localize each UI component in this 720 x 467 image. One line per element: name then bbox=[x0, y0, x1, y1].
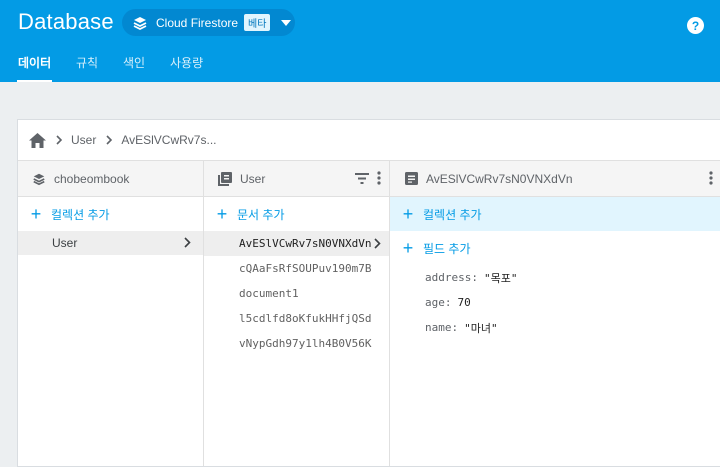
collection-item-user[interactable]: User bbox=[18, 231, 203, 255]
collection-item-label: User bbox=[52, 236, 78, 250]
field-value: "마녀" bbox=[464, 321, 498, 335]
document-item[interactable]: document1 bbox=[204, 281, 389, 306]
document-column-header: AvESlVCwRv7sN0VNXdVn bbox=[390, 161, 720, 197]
add-document-button[interactable]: + 문서 추가 bbox=[204, 197, 389, 231]
add-document-label: 문서 추가 bbox=[237, 207, 285, 222]
document-item-label: AvESlVCwRv7sN0VNXdVn bbox=[239, 237, 372, 250]
tab-usage[interactable]: 사용량 bbox=[170, 52, 203, 82]
root-column: chobeombook + 컬렉션 추가 User bbox=[18, 161, 204, 466]
add-collection-label: 컬렉션 추가 bbox=[51, 207, 110, 222]
database-selector-label: Cloud Firestore bbox=[156, 15, 239, 30]
more-vert-icon[interactable] bbox=[709, 171, 713, 185]
field-row[interactable]: name: "마녀" bbox=[390, 315, 720, 340]
document-column: AvESlVCwRv7sN0VNXdVn + 컬렉션 추가 + 필드 추가 ad… bbox=[390, 161, 720, 466]
add-field-button[interactable]: + 필드 추가 bbox=[390, 231, 720, 265]
field-value: "목포" bbox=[483, 271, 518, 285]
document-item[interactable]: vNypGdh97y1lh4B0V56K bbox=[204, 331, 389, 356]
project-name: chobeombook bbox=[54, 171, 130, 186]
field-key: age: bbox=[425, 296, 452, 309]
add-subcollection-label: 컬렉션 추가 bbox=[423, 207, 482, 222]
plus-icon: + bbox=[402, 238, 414, 258]
field-key: name: bbox=[425, 321, 459, 334]
data-panel: User AvESlVCwRv7s... chobeombook + 컬렉션 추… bbox=[17, 119, 720, 467]
collection-column: User + 문서 추가 AvESlVCwRv7sN0VNXdVn cQAaFs… bbox=[204, 161, 390, 466]
field-row[interactable]: address: "목포" bbox=[390, 265, 720, 290]
add-field-label: 필드 추가 bbox=[423, 241, 471, 256]
add-subcollection-button[interactable]: + 컬렉션 추가 bbox=[390, 197, 720, 231]
chevron-right-icon bbox=[184, 237, 191, 251]
document-item[interactable]: l5cdlfd8oKfukHHfjQSd bbox=[204, 306, 389, 331]
plus-icon: + bbox=[402, 204, 414, 224]
breadcrumb-item-collection[interactable]: User bbox=[71, 133, 96, 147]
tab-data[interactable]: 데이터 bbox=[16, 52, 53, 82]
firestore-icon bbox=[132, 14, 150, 32]
tab-indexes[interactable]: 색인 bbox=[123, 52, 145, 82]
tab-rules[interactable]: 규칙 bbox=[76, 52, 98, 82]
add-collection-button[interactable]: + 컬렉션 추가 bbox=[18, 197, 203, 231]
breadcrumb: User AvESlVCwRv7s... bbox=[18, 120, 720, 161]
field-row[interactable]: age: 70 bbox=[390, 290, 720, 315]
collection-title: User bbox=[240, 171, 266, 186]
plus-icon: + bbox=[30, 204, 42, 224]
database-selector[interactable]: Cloud Firestore 베타 bbox=[122, 9, 295, 36]
field-value: 70 bbox=[457, 296, 471, 309]
help-icon[interactable]: ? bbox=[687, 17, 704, 34]
document-icon bbox=[403, 171, 419, 187]
collection-column-header: User bbox=[204, 161, 389, 197]
root-column-header: chobeombook bbox=[18, 161, 203, 197]
filter-icon[interactable] bbox=[355, 172, 369, 184]
document-title: AvESlVCwRv7sN0VNXdVn bbox=[426, 171, 573, 186]
caret-down-icon bbox=[281, 19, 292, 26]
plus-icon: + bbox=[216, 204, 228, 224]
app-title: Database bbox=[18, 9, 114, 34]
document-item[interactable]: cQAaFsRfSOUPuv190m7B bbox=[204, 256, 389, 281]
firestore-icon bbox=[31, 171, 47, 187]
beta-badge: 베타 bbox=[244, 14, 271, 31]
document-item[interactable]: AvESlVCwRv7sN0VNXdVn bbox=[204, 231, 389, 256]
top-app-bar: Database Cloud Firestore 베타 ? 데이터 규칙 색인 … bbox=[0, 0, 720, 82]
home-icon[interactable] bbox=[29, 132, 46, 148]
collection-icon bbox=[217, 171, 233, 187]
field-key: address: bbox=[425, 271, 478, 284]
more-vert-icon[interactable] bbox=[377, 171, 381, 185]
breadcrumb-item-document[interactable]: AvESlVCwRv7s... bbox=[121, 133, 216, 147]
chevron-right-icon bbox=[56, 135, 63, 145]
chevron-right-icon bbox=[374, 238, 381, 252]
chevron-right-icon bbox=[106, 135, 113, 145]
